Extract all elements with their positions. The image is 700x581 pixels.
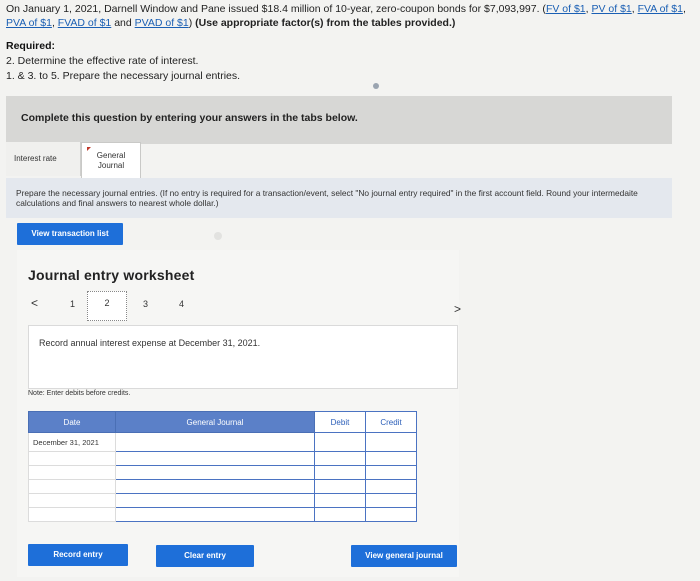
instructions-text: Prepare the necessary journal entries. (… bbox=[16, 188, 638, 208]
debit-header: Debit bbox=[314, 411, 366, 433]
tab-interest-rate-label: Interest rate bbox=[14, 154, 57, 163]
credit-input[interactable] bbox=[365, 507, 417, 522]
debit-input[interactable] bbox=[314, 451, 366, 466]
general-journal-header: General Journal bbox=[115, 411, 315, 433]
tab-general-journal-label-2: Journal bbox=[97, 161, 125, 170]
link-fva[interactable]: FVA of $1 bbox=[638, 3, 683, 15]
tab-general-journal-label-1: General bbox=[96, 151, 126, 160]
date-cell-empty bbox=[28, 493, 116, 508]
link-pvad[interactable]: PVAD of $1 bbox=[135, 17, 189, 29]
account-input[interactable] bbox=[115, 479, 315, 494]
journal-table-header: Date General Journal Debit Credit bbox=[28, 411, 417, 433]
debits-credits-note: Note: Enter debits before credits. bbox=[28, 390, 131, 397]
page-3[interactable]: 3 bbox=[143, 299, 148, 309]
table-row bbox=[28, 507, 417, 522]
page-2-selected[interactable]: 2 bbox=[87, 291, 127, 321]
page-4[interactable]: 4 bbox=[179, 299, 184, 309]
question-intro: On January 1, 2021, Darnell Window and P… bbox=[6, 3, 686, 29]
credit-input[interactable] bbox=[365, 493, 417, 508]
account-input[interactable] bbox=[115, 507, 315, 522]
account-input[interactable] bbox=[115, 493, 315, 508]
credit-input[interactable] bbox=[365, 432, 417, 452]
table-row bbox=[28, 479, 417, 494]
view-general-journal-button[interactable]: View general journal bbox=[351, 545, 457, 567]
account-input[interactable] bbox=[115, 451, 315, 466]
link-fvad[interactable]: FVAD of $1 bbox=[58, 17, 112, 29]
tab-interest-rate[interactable]: Interest rate bbox=[6, 142, 81, 176]
debit-input[interactable] bbox=[314, 465, 366, 480]
credit-input[interactable] bbox=[365, 451, 417, 466]
link-pva[interactable]: PVA of $1 bbox=[6, 17, 52, 29]
required-item-2: 2. Determine the effective rate of inter… bbox=[6, 55, 199, 67]
page-1[interactable]: 1 bbox=[70, 299, 75, 309]
intro-text: On January 1, 2021, Darnell Window and P… bbox=[6, 3, 540, 15]
record-description-box: Record annual interest expense at Decemb… bbox=[28, 325, 458, 389]
debit-input[interactable] bbox=[314, 493, 366, 508]
date-cell: December 31, 2021 bbox=[28, 432, 116, 452]
instructions-box: Prepare the necessary journal entries. (… bbox=[6, 178, 672, 218]
date-cell-empty bbox=[28, 507, 116, 522]
decorative-dot bbox=[373, 83, 379, 89]
tab-general-journal[interactable]: General Journal bbox=[81, 142, 141, 179]
date-header: Date bbox=[28, 411, 116, 433]
link-pv[interactable]: PV of $1 bbox=[591, 3, 631, 15]
table-row: December 31, 2021 bbox=[28, 432, 417, 452]
credit-input[interactable] bbox=[365, 465, 417, 480]
debit-input[interactable] bbox=[314, 507, 366, 522]
page-2-label: 2 bbox=[104, 298, 110, 308]
required-label: Required: bbox=[6, 40, 56, 52]
debit-input[interactable] bbox=[314, 479, 366, 494]
prev-page-arrow-icon[interactable]: < bbox=[31, 296, 38, 310]
link-and: and bbox=[114, 17, 132, 29]
date-cell-empty bbox=[28, 465, 116, 480]
credit-input[interactable] bbox=[365, 479, 417, 494]
question-banner: Complete this question by entering your … bbox=[6, 96, 672, 144]
account-input[interactable] bbox=[115, 432, 315, 452]
banner-text: Complete this question by entering your … bbox=[21, 112, 358, 124]
worksheet-title: Journal entry worksheet bbox=[28, 267, 195, 283]
next-page-arrow-icon[interactable]: > bbox=[454, 302, 461, 316]
table-row bbox=[28, 493, 417, 508]
clear-entry-button[interactable]: Clear entry bbox=[156, 545, 254, 567]
date-cell-empty bbox=[28, 479, 116, 494]
account-input[interactable] bbox=[115, 465, 315, 480]
journal-entry-table: Date General Journal Debit Credit Decemb… bbox=[28, 411, 417, 522]
credit-header: Credit bbox=[365, 411, 417, 433]
view-transaction-list-button[interactable]: View transaction list bbox=[17, 223, 123, 245]
table-row bbox=[28, 465, 417, 480]
tab-bar: Interest rate General Journal bbox=[6, 142, 672, 179]
date-cell-empty bbox=[28, 451, 116, 466]
decorative-dot-2 bbox=[214, 232, 222, 240]
record-description-text: Record annual interest expense at Decemb… bbox=[39, 338, 261, 348]
required-item-1: 1. & 3. to 5. Prepare the necessary jour… bbox=[6, 70, 241, 82]
incomplete-marker-icon bbox=[87, 147, 91, 151]
use-tables-note: (Use appropriate factor(s) from the tabl… bbox=[195, 17, 456, 29]
link-fv[interactable]: FV of $1 bbox=[546, 3, 586, 15]
table-row bbox=[28, 451, 417, 466]
debit-input[interactable] bbox=[314, 432, 366, 452]
record-entry-button[interactable]: Record entry bbox=[28, 544, 128, 566]
